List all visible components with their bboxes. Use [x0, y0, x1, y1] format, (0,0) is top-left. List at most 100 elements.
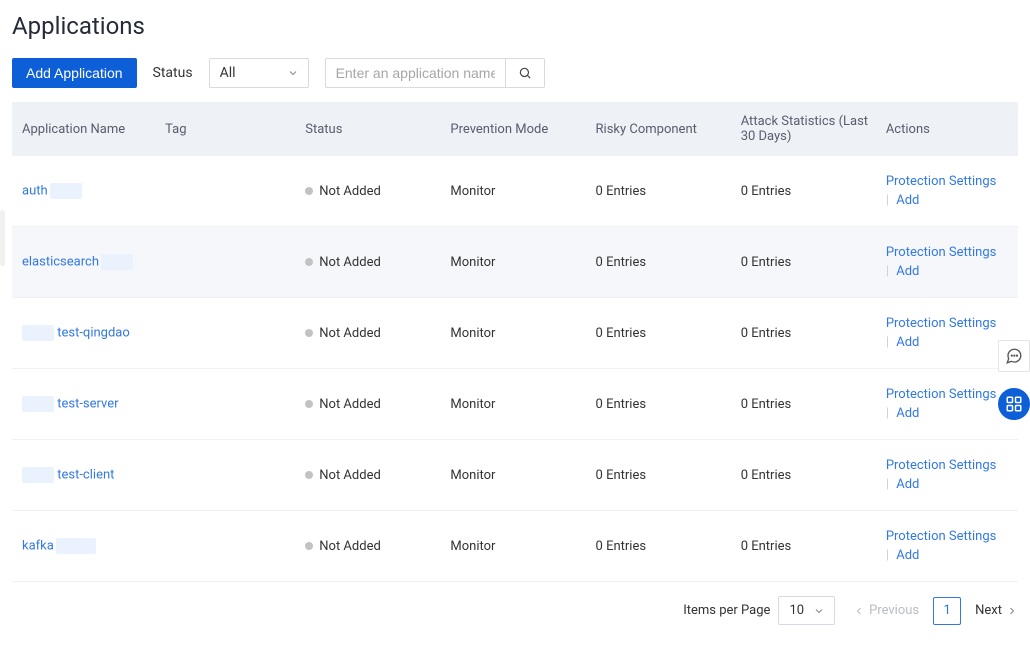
cell-name: test-client: [12, 440, 157, 511]
status-filter-value: All: [209, 58, 309, 88]
grid-icon: [1005, 395, 1023, 413]
redacted-prefix: [22, 325, 54, 341]
cell-tag: [157, 511, 297, 582]
cell-status: Not Added: [297, 369, 442, 440]
app-launcher-button[interactable]: [998, 388, 1030, 420]
col-tag: Tag: [157, 102, 297, 156]
search-button[interactable]: [505, 58, 545, 88]
col-name: Application Name: [12, 102, 157, 156]
protection-settings-link[interactable]: Protection Settings: [886, 316, 997, 331]
items-per-page-select[interactable]: 10: [778, 596, 835, 625]
cell-mode: Monitor: [442, 156, 587, 227]
protection-settings-link[interactable]: Protection Settings: [886, 458, 997, 473]
cell-attack: 0 Entries: [733, 440, 878, 511]
cell-attack: 0 Entries: [733, 298, 878, 369]
app-name-link[interactable]: test-client: [57, 467, 114, 482]
page-title: Applications: [12, 12, 1018, 40]
add-link[interactable]: Add: [896, 406, 919, 421]
protection-settings-link[interactable]: Protection Settings: [886, 529, 997, 544]
toolbar: Add Application Status All: [12, 58, 1018, 88]
cell-tag: [157, 227, 297, 298]
action-separator: |: [886, 335, 889, 350]
add-link[interactable]: Add: [896, 477, 919, 492]
protection-settings-link[interactable]: Protection Settings: [886, 387, 997, 402]
search-icon: [518, 66, 532, 80]
cell-risky: 0 Entries: [588, 156, 733, 227]
protection-settings-link[interactable]: Protection Settings: [886, 174, 997, 189]
next-label: Next: [975, 603, 1002, 618]
col-mode: Prevention Mode: [442, 102, 587, 156]
action-separator: |: [886, 406, 889, 421]
items-per-page-label: Items per Page: [683, 603, 770, 618]
status-dot-icon: [305, 258, 313, 266]
cell-name: kafka: [12, 511, 157, 582]
status-text: Not Added: [319, 255, 381, 270]
cell-actions: Protection Settings | Add: [878, 227, 1018, 298]
cell-risky: 0 Entries: [588, 511, 733, 582]
chat-icon: [1005, 347, 1023, 365]
cell-attack: 0 Entries: [733, 156, 878, 227]
status-dot-icon: [305, 542, 313, 550]
search-input[interactable]: [325, 58, 505, 88]
table-row: test-clientNot AddedMonitor0 Entries0 En…: [12, 440, 1018, 511]
items-per-page-group: Items per Page 10: [683, 596, 835, 625]
col-actions: Actions: [878, 102, 1018, 156]
cell-actions: Protection Settings | Add: [878, 298, 1018, 369]
col-risky: Risky Component: [588, 102, 733, 156]
col-attack: Attack Statistics (Last 30 Days): [733, 102, 878, 156]
app-name-link[interactable]: test-qingdao: [57, 325, 130, 340]
page-nav: Previous 1 Next: [853, 597, 1018, 625]
add-link[interactable]: Add: [896, 335, 919, 350]
status-dot-icon: [305, 400, 313, 408]
redacted-prefix: [22, 396, 54, 412]
pagination: Items per Page 10 Previous 1 Next: [12, 596, 1018, 625]
cell-name: test-qingdao: [12, 298, 157, 369]
cell-actions: Protection Settings | Add: [878, 440, 1018, 511]
cell-status: Not Added: [297, 440, 442, 511]
app-name-link[interactable]: test-server: [57, 396, 118, 411]
cell-name: elasticsearch: [12, 227, 157, 298]
cell-status: Not Added: [297, 298, 442, 369]
app-name-link[interactable]: elasticsearch: [22, 254, 99, 269]
cell-risky: 0 Entries: [588, 227, 733, 298]
cell-name: test-server: [12, 369, 157, 440]
page-number-current[interactable]: 1: [933, 597, 961, 625]
cell-actions: Protection Settings | Add: [878, 511, 1018, 582]
add-link[interactable]: Add: [896, 193, 919, 208]
chevron-right-icon: [1006, 605, 1018, 617]
feedback-button[interactable]: [998, 340, 1030, 372]
cell-mode: Monitor: [442, 298, 587, 369]
action-separator: |: [886, 548, 889, 563]
status-filter-select[interactable]: All: [209, 58, 309, 88]
cell-attack: 0 Entries: [733, 369, 878, 440]
status-text: Not Added: [319, 468, 381, 483]
cell-actions: Protection Settings | Add: [878, 369, 1018, 440]
previous-label: Previous: [869, 603, 919, 618]
cell-risky: 0 Entries: [588, 369, 733, 440]
next-page-button[interactable]: Next: [975, 603, 1018, 618]
cell-tag: [157, 369, 297, 440]
cell-tag: [157, 440, 297, 511]
protection-settings-link[interactable]: Protection Settings: [886, 245, 997, 260]
cell-status: Not Added: [297, 511, 442, 582]
action-separator: |: [886, 264, 889, 279]
app-name-link[interactable]: auth: [22, 183, 48, 198]
table-header-row: Application Name Tag Status Prevention M…: [12, 102, 1018, 156]
cell-mode: Monitor: [442, 369, 587, 440]
action-separator: |: [886, 477, 889, 492]
table-row: kafkaNot AddedMonitor0 Entries0 EntriesP…: [12, 511, 1018, 582]
left-scroll-indicator: [0, 210, 5, 266]
action-separator: |: [886, 193, 889, 208]
redacted-suffix: [56, 538, 96, 554]
status-text: Not Added: [319, 184, 381, 199]
add-link[interactable]: Add: [896, 264, 919, 279]
add-link[interactable]: Add: [896, 548, 919, 563]
status-dot-icon: [305, 329, 313, 337]
chevron-left-icon: [853, 605, 865, 617]
status-dot-icon: [305, 471, 313, 479]
add-application-button[interactable]: Add Application: [12, 58, 137, 88]
status-text: Not Added: [319, 539, 381, 554]
cell-status: Not Added: [297, 227, 442, 298]
status-filter-label: Status: [153, 65, 193, 81]
previous-page-button[interactable]: Previous: [853, 603, 919, 618]
